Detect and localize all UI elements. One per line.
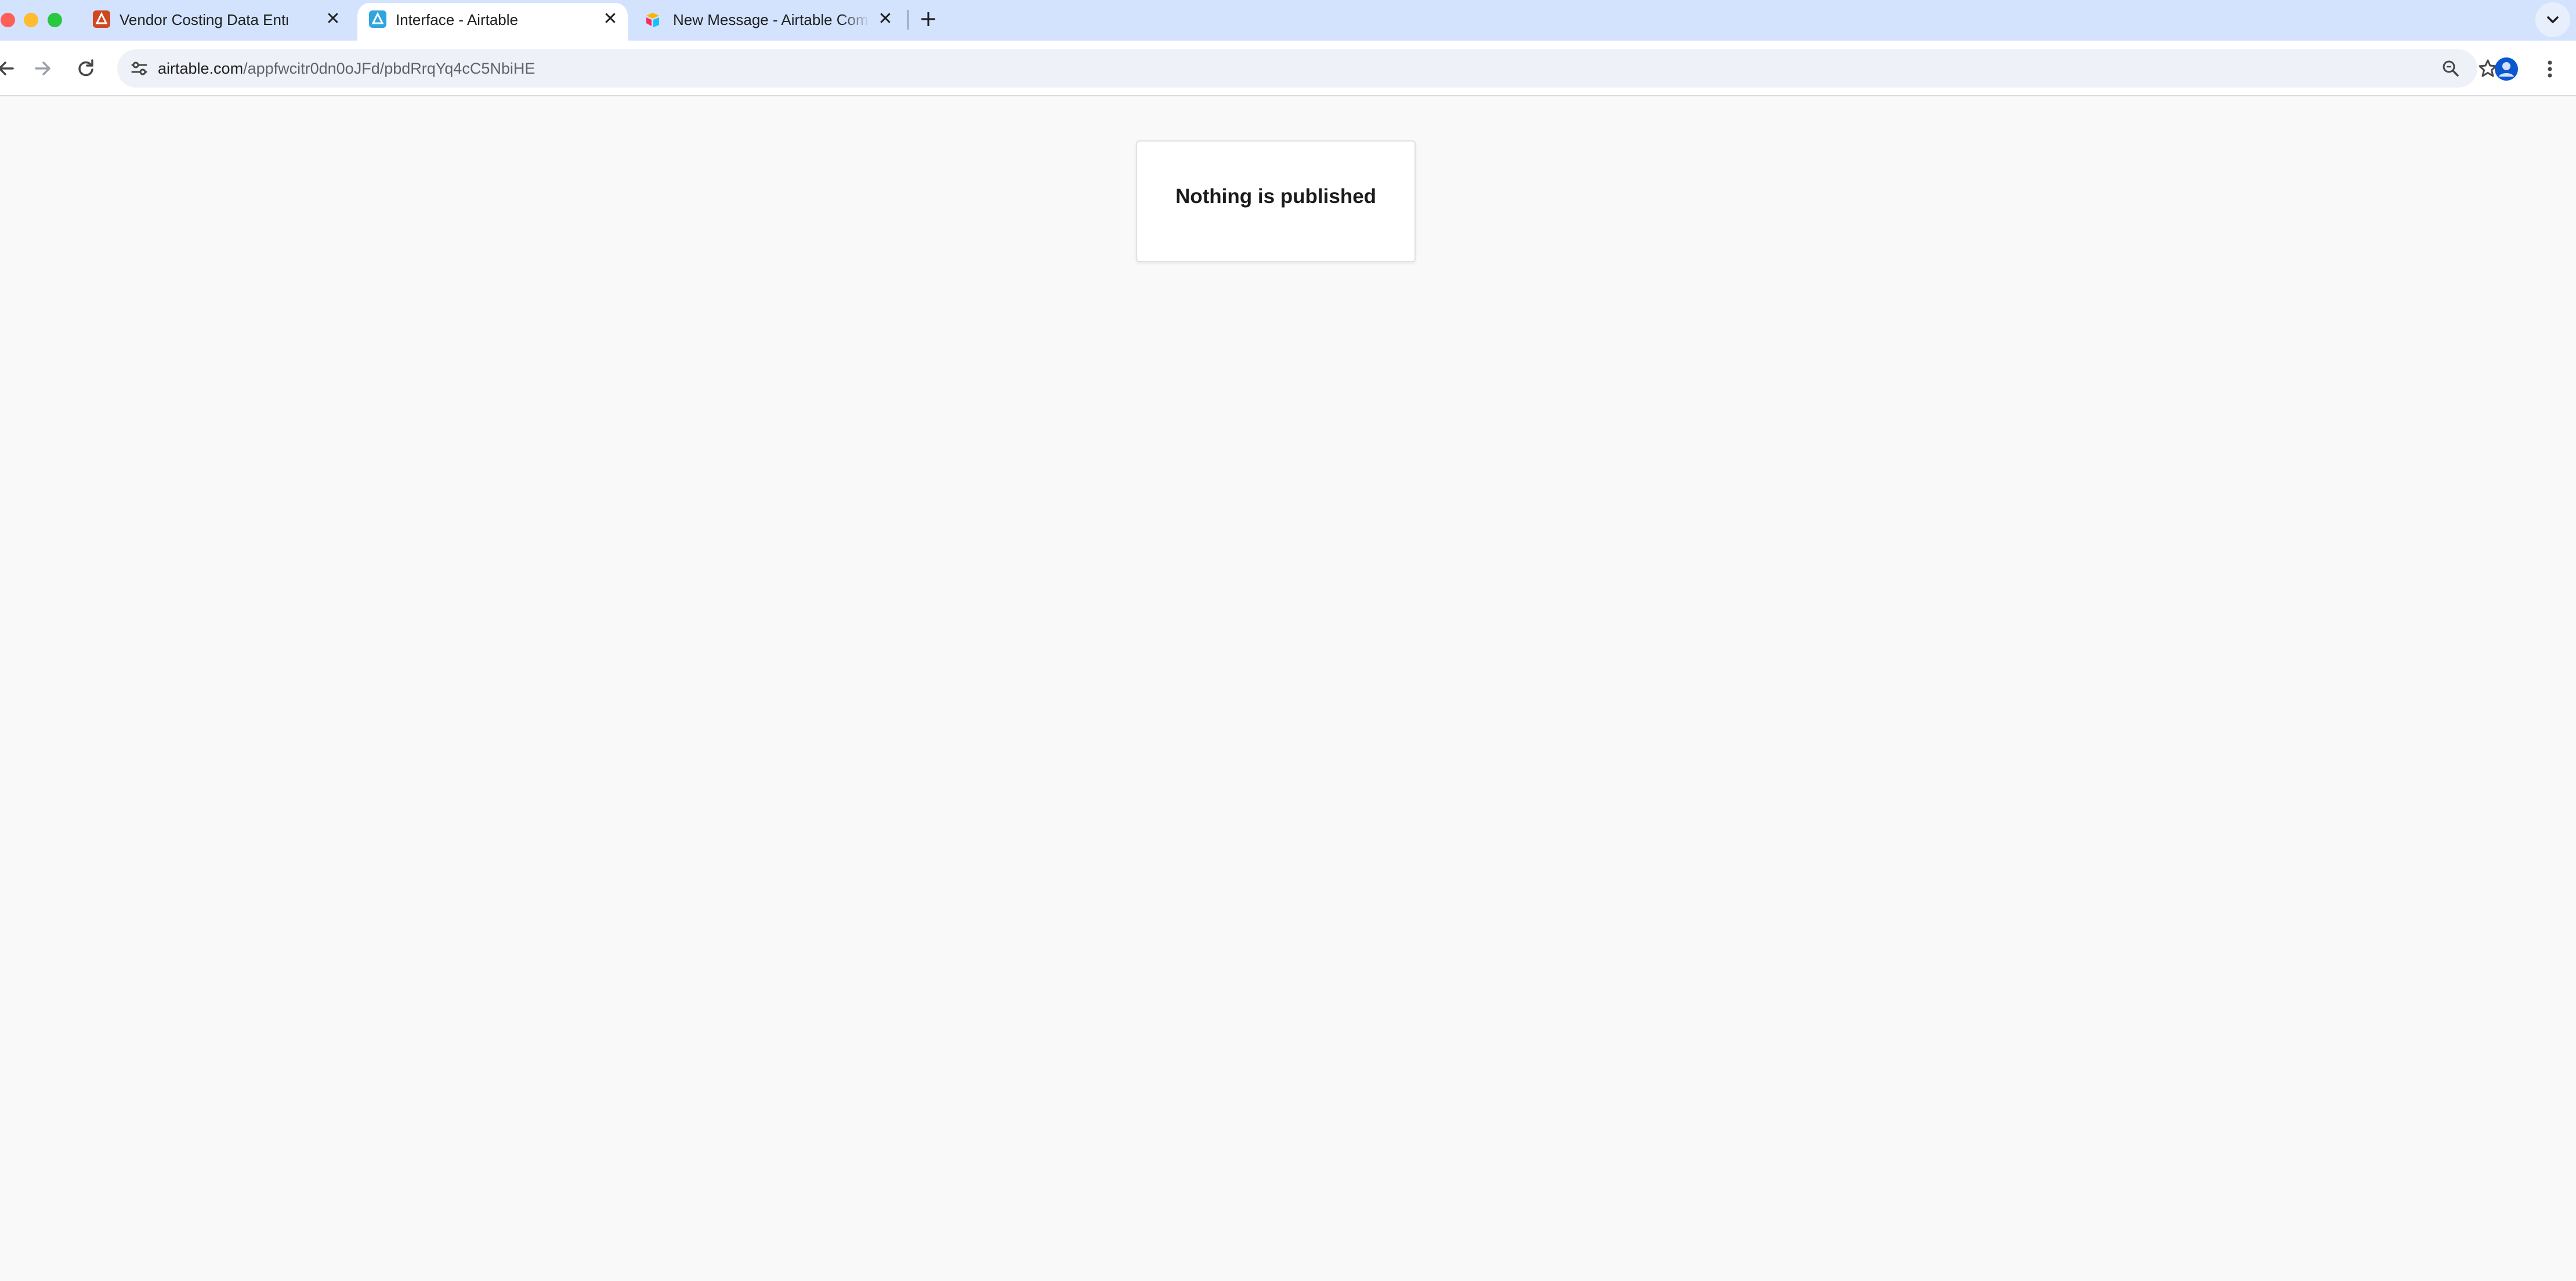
tab-separator (907, 10, 909, 30)
new-tab-button[interactable]: + (917, 7, 940, 30)
site-settings-icon[interactable] (125, 55, 153, 82)
url-path: /appfwcitr0dn0oJFd/pbdRrqYq4cC5NbiHE (243, 60, 536, 77)
close-tab-icon[interactable]: ✕ (323, 9, 343, 30)
tab-new-message[interactable]: New Message - Airtable Com ✕ (644, 3, 905, 41)
close-tab-icon[interactable]: ✕ (875, 9, 896, 30)
airtable-logo-icon (644, 10, 661, 28)
fullscreen-window-button[interactable] (48, 13, 62, 27)
browser-menu-icon[interactable] (2535, 55, 2564, 84)
forward-button[interactable] (27, 52, 59, 85)
airtable-blue-icon (369, 10, 386, 28)
browser-toolbar: airtable.com/appfwcitr0dn0oJFd/pbdRrqYq4… (0, 41, 2576, 96)
chevron-down-icon (2547, 16, 2559, 23)
url-text[interactable]: airtable.com/appfwcitr0dn0oJFd/pbdRrqYq4… (158, 59, 535, 78)
minimize-window-button[interactable] (24, 13, 38, 27)
profile-avatar-icon[interactable] (2494, 56, 2519, 82)
close-window-button[interactable] (1, 13, 15, 27)
arrow-left-icon (0, 61, 14, 75)
address-bar[interactable]: airtable.com/appfwcitr0dn0oJFd/pbdRrqYq4… (117, 49, 2497, 88)
tab-title: Interface - Airtable (396, 11, 518, 28)
tab-interface-airtable[interactable]: Interface - Airtable ✕ (357, 3, 628, 41)
tab-title: New Message - Airtable Com (673, 11, 869, 28)
tab-title: Vendor Costing Data Entry: 1 (120, 11, 288, 28)
tab-search-button[interactable] (2535, 2, 2570, 37)
page-content: Nothing is published (0, 96, 2576, 1281)
back-button[interactable] (0, 52, 22, 85)
reload-icon (78, 59, 93, 77)
zoom-icon[interactable] (2437, 55, 2465, 82)
tab-strip: Vendor Costing Data Entry: 1 ✕ Interface… (0, 0, 2576, 41)
url-host: airtable.com (158, 60, 244, 77)
empty-state-message: Nothing is published (1175, 185, 1377, 208)
airtable-red-icon (93, 10, 110, 28)
empty-state-card: Nothing is published (1136, 140, 1416, 262)
close-tab-icon[interactable]: ✕ (600, 9, 621, 30)
tab-vendor-costing[interactable]: Vendor Costing Data Entry: 1 ✕ (93, 3, 348, 41)
reload-button[interactable] (70, 52, 102, 85)
arrow-right-icon (35, 61, 50, 75)
